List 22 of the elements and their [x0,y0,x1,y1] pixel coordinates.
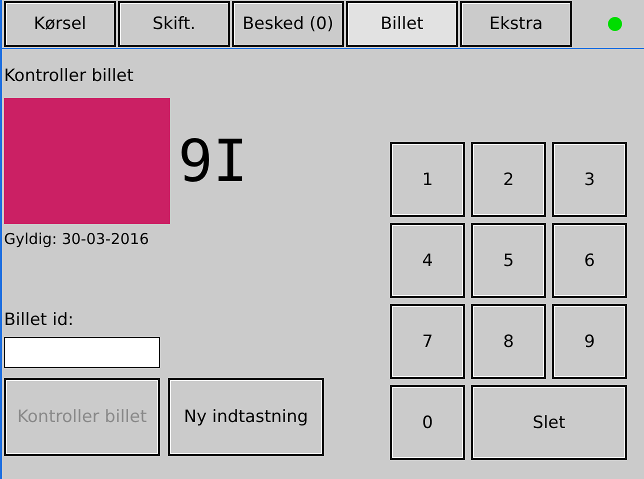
tab[interactable]: Kørsel [4,1,116,47]
digit-key[interactable]: 3 [552,142,627,217]
tab[interactable]: Ekstra [460,1,572,47]
digit-key[interactable]: 6 [552,223,627,298]
tab[interactable]: Skift. [118,1,230,47]
delete-key[interactable]: Slet [471,385,627,460]
digit-key[interactable]: 5 [471,223,546,298]
digit-key[interactable]: 8 [471,304,546,379]
digit-key[interactable]: 1 [390,142,465,217]
section-title: Kontroller billet [4,66,134,86]
tab[interactable]: Billet [346,1,458,47]
tab[interactable]: Besked (0) [232,1,344,47]
field-label: Billet id: [4,310,74,330]
action-button[interactable]: Ny indtastning [168,378,324,456]
digit-key[interactable]: 4 [390,223,465,298]
digit-key[interactable]: 2 [471,142,546,217]
validity-date: Gyldig: 30-03-2016 [4,230,149,248]
digit-key[interactable]: 9 [552,304,627,379]
zone-label: 9I [178,131,248,191]
digit-key[interactable]: 0 [390,385,465,460]
digit-key[interactable]: 7 [390,304,465,379]
ticket-id-field[interactable] [4,337,160,368]
